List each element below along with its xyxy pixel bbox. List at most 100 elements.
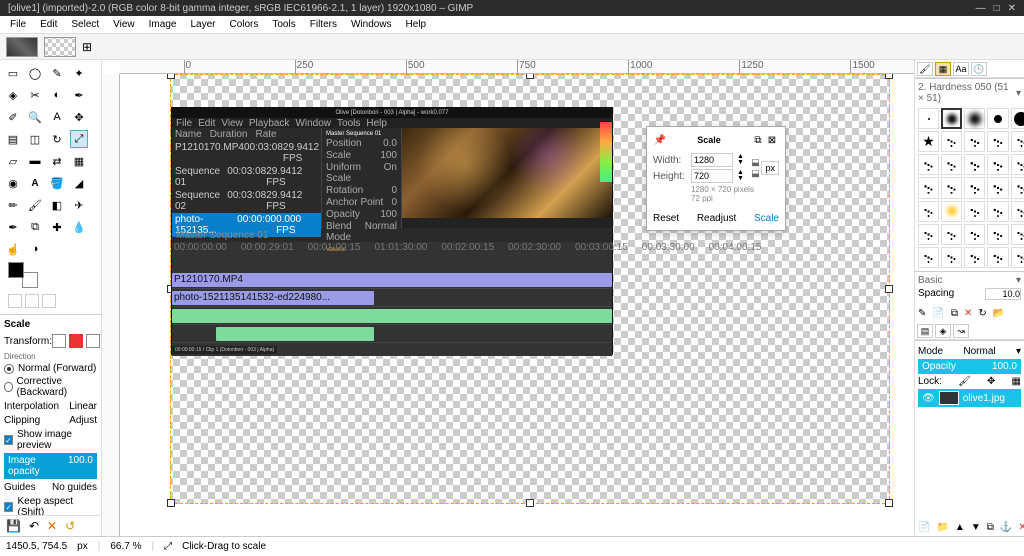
tool-cage[interactable]: ▦: [70, 152, 88, 170]
menu-view[interactable]: View: [107, 17, 141, 32]
tool-color-picker[interactable]: ✐: [4, 108, 22, 126]
menu-file[interactable]: File: [4, 17, 32, 32]
image-tab-2[interactable]: [44, 37, 76, 57]
brush-item[interactable]: [918, 108, 939, 129]
layers-tab-icon[interactable]: ▤: [917, 324, 933, 338]
lock-pixels-icon[interactable]: 🖌: [958, 376, 971, 387]
scale-dialog-pin-icon[interactable]: 📌: [653, 133, 667, 147]
brush-item[interactable]: [1011, 247, 1024, 268]
fg-color-swatch[interactable]: [8, 262, 24, 278]
image-tab-1[interactable]: [6, 37, 38, 57]
brush-item[interactable]: [918, 247, 939, 268]
transform-target-selection[interactable]: [69, 334, 83, 348]
brush-item[interactable]: [964, 108, 985, 129]
fg-bg-colors[interactable]: [8, 262, 38, 288]
layer-group-icon[interactable]: 📁: [936, 522, 948, 533]
brush-item[interactable]: [1011, 154, 1024, 175]
brush-item[interactable]: [964, 201, 985, 222]
brushes-tab-icon[interactable]: 🖌: [917, 62, 933, 76]
lock-position-icon[interactable]: ✥: [987, 376, 995, 387]
brush-item[interactable]: ★: [918, 131, 939, 152]
status-zoom-select[interactable]: 66.7 %: [110, 541, 141, 552]
direction-normal-radio[interactable]: [4, 364, 14, 374]
tool-ellipse-select[interactable]: ◯: [26, 64, 44, 82]
maximize-button[interactable]: □: [994, 3, 1000, 14]
show-preview-checkbox[interactable]: ✓: [4, 435, 13, 445]
brush-item[interactable]: [941, 201, 962, 222]
save-preset-icon[interactable]: 💾: [6, 519, 21, 533]
menu-edit[interactable]: Edit: [34, 17, 63, 32]
brush-item[interactable]: [987, 108, 1008, 129]
tool-heal[interactable]: ✚: [48, 218, 66, 236]
tool-gradient[interactable]: ◢: [70, 174, 88, 192]
brush-item[interactable]: [987, 201, 1008, 222]
brush-item[interactable]: [941, 108, 962, 129]
brush-item[interactable]: [964, 247, 985, 268]
tool-flip[interactable]: ⇄: [48, 152, 66, 170]
scale-readjust-button[interactable]: Readjust: [697, 213, 736, 224]
tool-clone[interactable]: ⧉: [26, 218, 44, 236]
lock-alpha-icon[interactable]: ▦: [1012, 376, 1021, 387]
tool-paths[interactable]: ✒: [70, 86, 88, 104]
toolbox-tab-icon-2[interactable]: [25, 294, 39, 308]
menu-windows[interactable]: Windows: [345, 17, 398, 32]
bg-color-swatch[interactable]: [22, 272, 38, 288]
brush-item[interactable]: [964, 154, 985, 175]
layer-delete-icon[interactable]: ✕: [1018, 522, 1024, 533]
brush-item[interactable]: [987, 154, 1008, 175]
toolbox-tab-icon-1[interactable]: [8, 294, 22, 308]
tool-color-select[interactable]: ◈: [4, 86, 22, 104]
layer-opacity-slider[interactable]: Opacity100.0: [918, 359, 1021, 374]
tool-smudge[interactable]: ☝: [4, 240, 22, 258]
brush-item[interactable]: [987, 224, 1008, 245]
brush-item[interactable]: [1011, 108, 1024, 129]
tool-foreground[interactable]: ◐: [48, 86, 66, 104]
brush-item[interactable]: [964, 131, 985, 152]
brush-item[interactable]: [918, 201, 939, 222]
brush-item[interactable]: [918, 177, 939, 198]
minimize-button[interactable]: —: [976, 3, 986, 14]
tool-fuzzy-select[interactable]: ✦: [70, 64, 88, 82]
menu-filters[interactable]: Filters: [304, 17, 343, 32]
brush-menu-icon[interactable]: ▾: [1016, 88, 1021, 99]
layer-down-icon[interactable]: ▼: [971, 522, 981, 533]
layer-mode-menu-icon[interactable]: ▾: [1016, 346, 1021, 357]
brush-item[interactable]: [941, 131, 962, 152]
scale-dialog-close-icon[interactable]: ⊠: [765, 133, 779, 147]
tool-scissors[interactable]: ✂: [26, 86, 44, 104]
brush-item[interactable]: [964, 224, 985, 245]
delete-preset-icon[interactable]: ✕: [47, 519, 57, 533]
tool-rect-select[interactable]: ▭: [4, 64, 22, 82]
tool-warp[interactable]: ◉: [4, 174, 22, 192]
brush-section-menu-icon[interactable]: ▾: [1016, 275, 1021, 286]
patterns-tab-icon[interactable]: ▦: [935, 62, 951, 76]
brush-item[interactable]: [987, 177, 1008, 198]
tool-dodge[interactable]: ◑: [26, 240, 44, 258]
tool-move[interactable]: ✥: [70, 108, 88, 126]
tool-shear[interactable]: ▱: [4, 152, 22, 170]
scale-height-input[interactable]: [691, 169, 733, 183]
brush-item[interactable]: [1011, 201, 1024, 222]
brush-item[interactable]: [918, 224, 939, 245]
scale-dialog[interactable]: 📌 Scale ⧉ ⊠ Width:▲▼ Height:▲▼ ⬓⬓ px 128…: [646, 126, 786, 231]
reset-icon[interactable]: ↺: [65, 519, 75, 533]
scale-height-spinner[interactable]: ▲▼: [737, 170, 744, 182]
spacing-input[interactable]: [985, 288, 1021, 300]
tool-pencil[interactable]: ✏: [4, 196, 22, 214]
keep-aspect-checkbox[interactable]: ✓: [4, 502, 13, 512]
tool-zoom[interactable]: 🔍: [26, 108, 44, 126]
menu-help[interactable]: Help: [400, 17, 433, 32]
scale-unit-select[interactable]: px: [761, 161, 779, 175]
tool-rotate[interactable]: ↻: [48, 130, 66, 148]
brush-duplicate-icon[interactable]: ⧉: [951, 308, 958, 319]
tool-airbrush[interactable]: ✈: [70, 196, 88, 214]
tool-blur[interactable]: 💧: [70, 218, 88, 236]
scale-apply-button[interactable]: Scale: [754, 213, 779, 224]
tabs-config-icon[interactable]: ⊞: [82, 40, 92, 54]
transform-target-path[interactable]: [86, 334, 100, 348]
menu-select[interactable]: Select: [65, 17, 105, 32]
scale-reset-button[interactable]: Reset: [653, 213, 679, 224]
direction-corrective-radio[interactable]: [4, 382, 13, 392]
brush-item[interactable]: [941, 247, 962, 268]
menu-image[interactable]: Image: [143, 17, 183, 32]
